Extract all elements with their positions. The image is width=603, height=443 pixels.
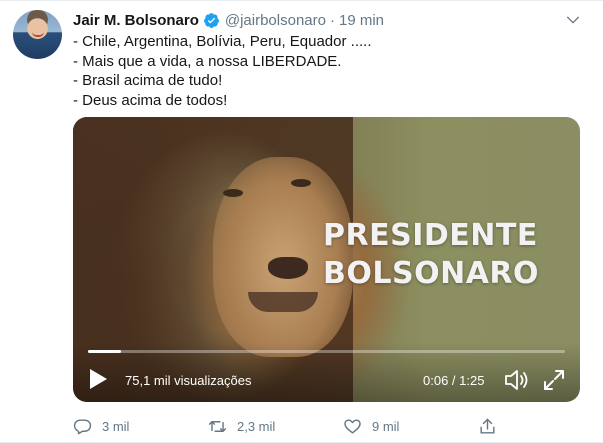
- overlay-line: PRESIDENTE: [323, 218, 538, 253]
- overlay-line: BOLSONARO: [323, 256, 540, 291]
- lion-nose: [268, 257, 308, 279]
- view-count: 75,1 mil visualizações: [125, 373, 252, 388]
- like-button[interactable]: 9 mil: [343, 417, 399, 436]
- lion-mouth: [248, 292, 318, 312]
- tweet-line: - Chile, Argentina, Bolívia, Peru, Equad…: [73, 33, 372, 50]
- author-name[interactable]: Jair M. Bolsonaro: [73, 12, 199, 29]
- like-icon: [344, 419, 361, 434]
- verified-badge-icon: [203, 12, 219, 28]
- video-progress-bar[interactable]: [88, 350, 565, 353]
- video-player[interactable]: PRESIDENTE BOLSONARO 75,1 mil visualizaç…: [73, 117, 580, 402]
- header-separator: ·: [329, 11, 335, 29]
- share-button[interactable]: [478, 417, 507, 436]
- tweet-header: Jair M. Bolsonaro @jairbolsonaro · 19 mi…: [73, 10, 384, 30]
- video-overlay-title: PRESIDENTE BOLSONARO: [323, 217, 539, 293]
- lion-eye: [223, 189, 243, 197]
- like-count: 9 mil: [372, 419, 400, 434]
- author-handle[interactable]: @jairbolsonaro: [225, 12, 326, 29]
- tweet-line: - Deus acima de todos!: [73, 91, 228, 109]
- retweet-icon: [208, 421, 227, 432]
- fullscreen-icon[interactable]: [542, 368, 566, 392]
- tweet-actions: 3 mil 2,3 mil 9 mil: [73, 417, 523, 439]
- video-progress-fill: [88, 350, 122, 353]
- play-icon[interactable]: [88, 368, 108, 390]
- tweet-line: - Brasil acima de tudo!: [73, 72, 223, 89]
- retweet-button[interactable]: 2,3 mil: [208, 417, 275, 436]
- chevron-down-icon[interactable]: [565, 12, 581, 28]
- tweet-timestamp[interactable]: 19 min: [339, 12, 384, 29]
- volume-icon[interactable]: [504, 368, 532, 392]
- tweet-line: - Mais que a vida, a nossa LIBERDADE.: [73, 52, 342, 70]
- retweet-count: 2,3 mil: [237, 419, 276, 434]
- reply-button[interactable]: 3 mil: [73, 417, 129, 436]
- tweet-text: - Chile, Argentina, Bolívia, Peru, Equad…: [73, 32, 583, 110]
- avatar[interactable]: [13, 10, 62, 59]
- share-icon: [480, 418, 495, 434]
- lion-eye: [291, 179, 311, 187]
- reply-icon: [73, 419, 92, 435]
- video-time: 0:06 / 1:25: [423, 373, 485, 388]
- reply-count: 3 mil: [102, 419, 130, 434]
- tweet[interactable]: Jair M. Bolsonaro @jairbolsonaro · 19 mi…: [0, 0, 603, 443]
